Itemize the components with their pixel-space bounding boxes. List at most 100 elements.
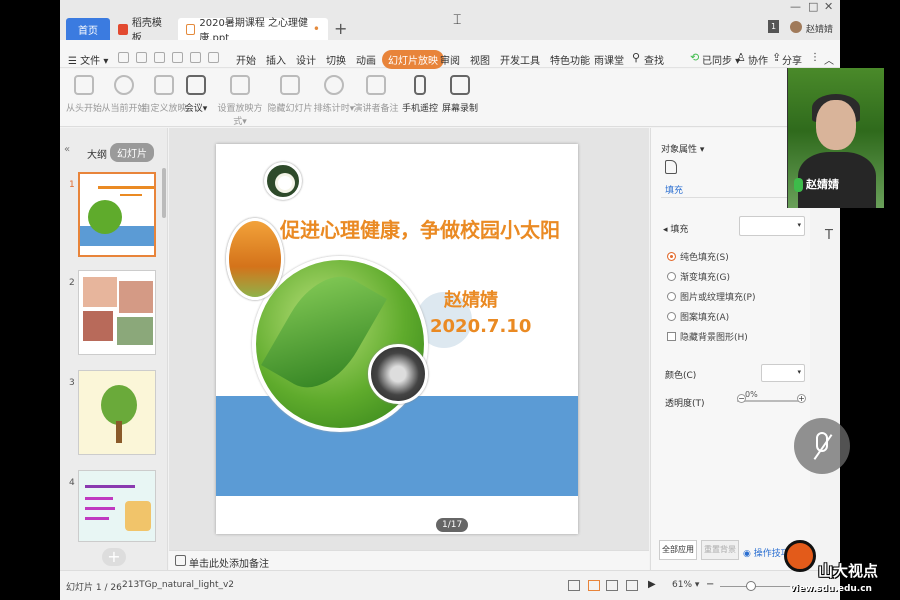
- undo-icon[interactable]: [190, 52, 201, 63]
- search-icon: ⚲: [632, 51, 641, 64]
- radio-solid-fill[interactable]: 纯色填充(S): [667, 250, 729, 263]
- new-tab-button[interactable]: +: [334, 18, 350, 40]
- zoom-out-icon[interactable]: −: [706, 579, 714, 590]
- ribbon-label: 演讲者备注: [353, 104, 399, 114]
- tab-template[interactable]: 稻壳模板: [110, 18, 176, 44]
- file-menu[interactable]: ☰ 文件 ▾: [68, 52, 108, 67]
- tab-home[interactable]: 首页: [66, 18, 110, 40]
- transparency-decrease-button[interactable]: −: [737, 394, 746, 403]
- thumb-picture: [125, 501, 151, 531]
- radio-pattern-fill[interactable]: 图案填充(A): [667, 310, 729, 323]
- notes-icon: [175, 555, 186, 566]
- normal-view-icon[interactable]: [588, 580, 600, 591]
- fill-bucket-icon[interactable]: [665, 160, 677, 174]
- screen-record-button[interactable]: 屏幕录制: [436, 75, 484, 114]
- menu-insert[interactable]: 插入: [266, 52, 286, 67]
- notes-placeholder[interactable]: 单击此处添加备注: [189, 555, 269, 570]
- transparency-slider[interactable]: [737, 400, 799, 402]
- tab-slides[interactable]: 幻灯片: [110, 143, 154, 162]
- text-tool-icon[interactable]: T: [825, 228, 833, 243]
- tab-document[interactable]: 2020暑期课程 之心理健康.ppt •: [178, 18, 328, 44]
- badge-icon[interactable]: 1: [768, 20, 779, 33]
- play-icon[interactable]: ▶: [648, 579, 656, 590]
- menu-design[interactable]: 设计: [296, 52, 316, 67]
- slide-thumbnail-4[interactable]: [78, 470, 156, 542]
- zoom-slider[interactable]: [720, 586, 800, 587]
- theme-name[interactable]: 213TGp_natural_light_v2: [122, 580, 234, 590]
- meeting-button[interactable]: 会议▾: [172, 75, 220, 114]
- share-button[interactable]: 分享: [782, 52, 802, 67]
- zoom-slider-knob[interactable]: [746, 581, 756, 591]
- unsaved-dot-icon[interactable]: •: [313, 22, 320, 36]
- menu-developer[interactable]: 开发工具: [500, 52, 540, 67]
- ribbon-label: 排练计时▾: [313, 104, 355, 114]
- rehearse-timing-button[interactable]: 排练计时▾: [310, 75, 358, 114]
- preview-icon[interactable]: [172, 52, 183, 63]
- notes-bar[interactable]: 单击此处添加备注: [169, 550, 649, 570]
- slide-thumbnail-2[interactable]: [78, 270, 156, 355]
- radio-picture-fill[interactable]: 图片或纹理填充(P): [667, 290, 755, 303]
- wps-presentation-window: 首页 稻壳模板 2020暑期课程 之心理健康.ppt • + ⌶ 1 赵婧婧 — …: [60, 0, 840, 600]
- menu-features[interactable]: 特色功能: [550, 52, 590, 67]
- menu-transition[interactable]: 切换: [326, 52, 346, 67]
- menu-animation[interactable]: 动画: [356, 52, 376, 67]
- menu-slideshow[interactable]: 幻灯片放映: [382, 50, 444, 69]
- fill-section-label[interactable]: ◂ 填充: [663, 222, 688, 235]
- sync-status[interactable]: 已同步 ▾: [702, 52, 740, 67]
- minimize-button[interactable]: —: [790, 0, 801, 13]
- slide-title[interactable]: 促进心理健康，争做校园小太阳: [280, 214, 578, 243]
- zoom-level[interactable]: 61% ▾: [672, 580, 699, 590]
- transparency-increase-button[interactable]: +: [797, 394, 806, 403]
- sorter-view-icon[interactable]: [606, 580, 618, 591]
- page-indicator: 1/17: [436, 518, 469, 532]
- add-slide-button[interactable]: +: [102, 548, 126, 566]
- checkbox-hide-background[interactable]: 隐藏背景图形(H): [667, 330, 748, 343]
- print-icon[interactable]: [154, 52, 165, 63]
- collapse-ribbon-icon[interactable]: ︿: [824, 52, 834, 67]
- collapse-panel-icon[interactable]: «: [64, 144, 70, 155]
- setup-show-button[interactable]: 设置放映方式▾: [216, 75, 264, 127]
- reading-view-icon[interactable]: [626, 580, 638, 591]
- collab-icon: ♙: [736, 51, 746, 64]
- slide-date[interactable]: 2020.7.10: [430, 316, 531, 337]
- apply-all-button[interactable]: 全部应用: [659, 540, 697, 560]
- collab-button[interactable]: 协作: [748, 52, 768, 67]
- panel-title[interactable]: 对象属性 ▾: [661, 142, 704, 155]
- maximize-button[interactable]: □: [808, 0, 818, 13]
- menu-find[interactable]: 查找: [644, 52, 664, 67]
- user-name[interactable]: 赵婧婧: [806, 22, 833, 35]
- slide-thumbnail-1[interactable]: [78, 172, 156, 257]
- hide-slide-button[interactable]: 隐藏幻灯片: [266, 75, 314, 114]
- export-icon[interactable]: [136, 52, 147, 63]
- close-button[interactable]: ✕: [824, 0, 833, 13]
- mute-microphone-button[interactable]: [794, 418, 850, 474]
- ppt-file-icon: [186, 23, 196, 35]
- menu-view[interactable]: 视图: [470, 52, 490, 67]
- tips-link[interactable]: ◉ 操作技巧: [743, 546, 790, 559]
- save-icon[interactable]: [118, 52, 129, 63]
- share-icon: ⇪: [772, 51, 782, 64]
- fill-type-select[interactable]: ▾: [739, 216, 805, 236]
- tab-fill[interactable]: 填充: [665, 183, 683, 196]
- presenter-notes-button[interactable]: 演讲者备注: [352, 75, 400, 114]
- thumb-text: [85, 497, 113, 500]
- more-icon[interactable]: ⋮: [810, 52, 820, 63]
- slide-author[interactable]: 赵婧婧: [444, 286, 498, 312]
- menu-start[interactable]: 开始: [236, 52, 256, 67]
- thumb-number: 3: [69, 378, 75, 388]
- tab-label: 首页: [78, 25, 98, 37]
- thumbnail-scrollbar[interactable]: [162, 168, 166, 218]
- color-select[interactable]: ▾: [761, 364, 805, 382]
- slide-thumbnail-3[interactable]: [78, 370, 156, 455]
- watermark-url: view.sdu.edu.cn: [790, 584, 872, 594]
- tab-outline[interactable]: 大纲: [87, 146, 107, 161]
- reset-background-button[interactable]: 重置背景: [701, 540, 739, 560]
- radio-gradient-fill[interactable]: 渐变填充(G): [667, 270, 730, 283]
- menu-rain-classroom[interactable]: 雨课堂: [594, 52, 624, 67]
- current-slide[interactable]: 促进心理健康，争做校园小太阳 赵婧婧 2020.7.10 1/17: [216, 144, 578, 534]
- menu-review[interactable]: 审阅: [440, 52, 460, 67]
- avatar[interactable]: [790, 21, 802, 33]
- redo-icon[interactable]: [208, 52, 219, 63]
- title-bar: 首页 稻壳模板 2020暑期课程 之心理健康.ppt • + ⌶ 1 赵婧婧 — …: [60, 0, 840, 44]
- notes-view-icon[interactable]: [568, 580, 580, 591]
